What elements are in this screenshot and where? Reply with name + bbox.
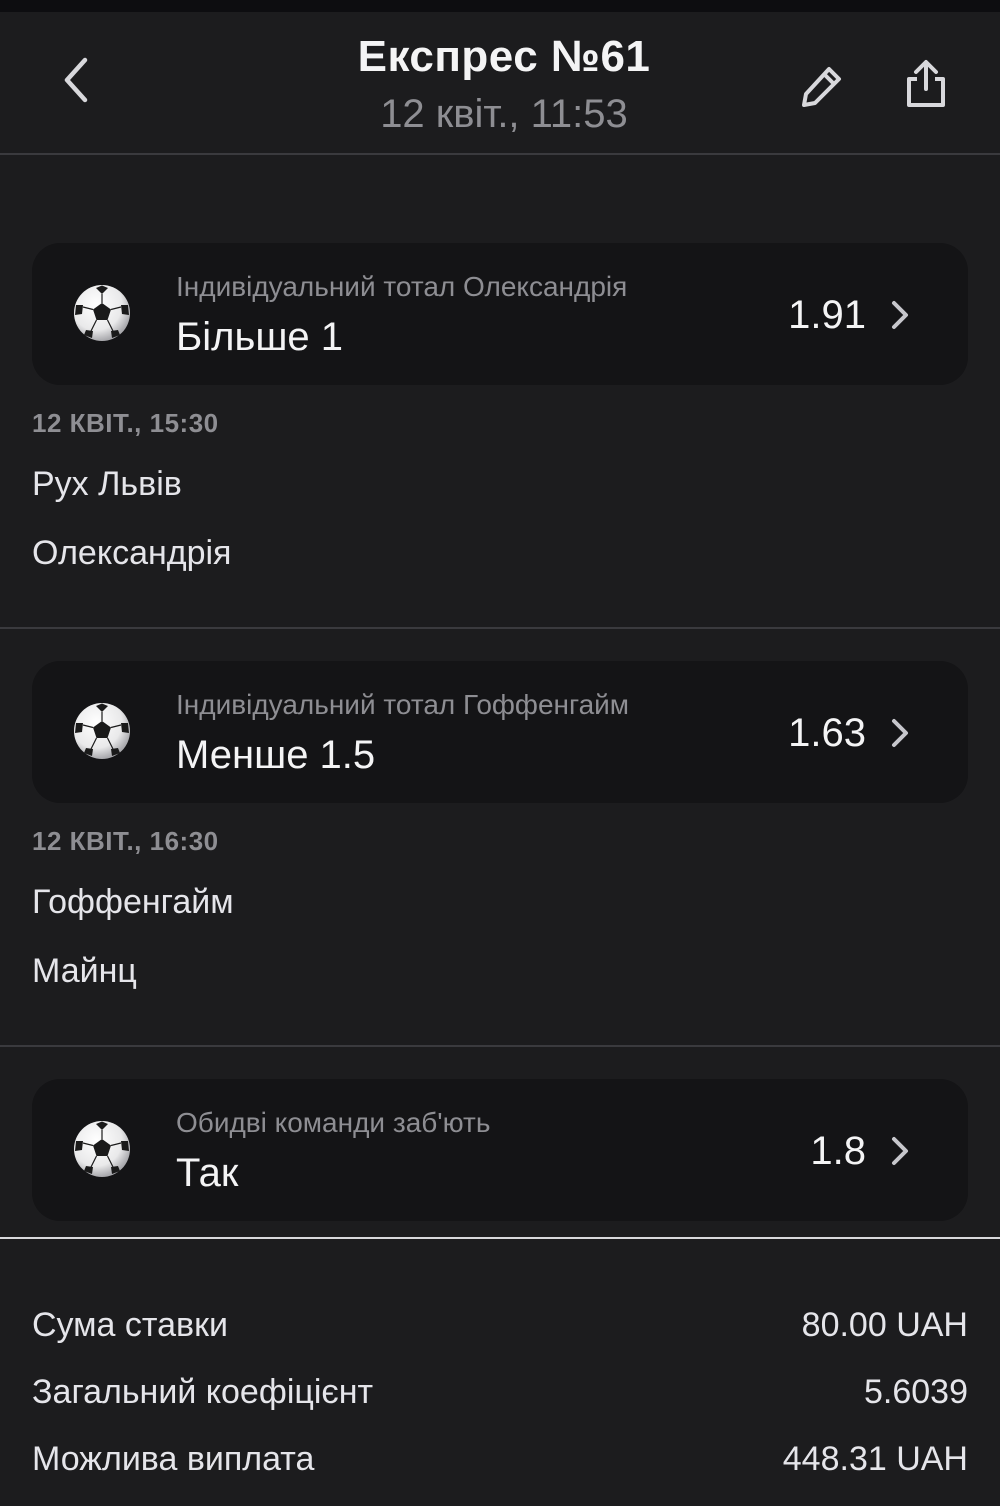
header: Експрес №61 12 квіт., 11:53: [0, 12, 1000, 155]
home-team: Гоффенгайм: [32, 883, 234, 921]
soccer-ball-icon: [72, 283, 132, 343]
bet-market: Індивідуальний тотал Гоффенгайм: [176, 689, 630, 720]
total-odds-value: 5.6039: [864, 1373, 968, 1411]
payout-value: 448.31 UAH: [782, 1440, 968, 1478]
share-button[interactable]: [896, 52, 956, 116]
share-icon: [907, 60, 945, 107]
payout-label: Можлива виплата: [32, 1440, 315, 1478]
bet-odds: 1.63: [788, 711, 866, 755]
stake-value: 80.00 UAH: [801, 1306, 968, 1344]
bet-card[interactable]: Індивідуальний тотал Олександрія Більше …: [32, 243, 968, 385]
pencil-icon: [802, 67, 841, 107]
bet-card[interactable]: Індивідуальний тотал Гоффенгайм Менше 1.…: [32, 661, 968, 803]
bet-outcome: Так: [176, 1151, 239, 1195]
bet-odds: 1.91: [788, 293, 866, 337]
divider: [0, 627, 1000, 629]
chevron-right-icon: [892, 301, 908, 329]
total-odds-label: Загальний коефіцієнт: [32, 1373, 374, 1411]
bet-outcome: Більше 1: [176, 315, 344, 359]
payout-row: Можлива виплата 448.31 UAH: [32, 1440, 968, 1490]
stake-row: Сума ставки 80.00 UAH: [32, 1306, 968, 1356]
bet-market: Індивідуальний тотал Олександрія: [176, 271, 628, 302]
edit-button[interactable]: [792, 56, 852, 116]
stake-label: Сума ставки: [32, 1306, 228, 1344]
soccer-ball-icon: [72, 701, 132, 761]
summary-divider: [0, 1237, 1000, 1239]
match-date: 12 КВІТ., 15:30: [32, 408, 219, 438]
match-date: 12 КВІТ., 16:30: [32, 826, 219, 856]
away-team: Майнц: [32, 952, 137, 990]
bet-odds: 1.8: [810, 1129, 866, 1173]
chevron-right-icon: [892, 1137, 908, 1165]
total-odds-row: Загальний коефіцієнт 5.6039: [32, 1373, 968, 1423]
bet-market: Обидві команди заб'ють: [176, 1107, 491, 1138]
divider: [0, 1045, 1000, 1047]
status-strip: [0, 0, 1000, 12]
home-team: Рух Львів: [32, 465, 182, 503]
bet-card[interactable]: Обидві команди заб'ють Так 1.8: [32, 1079, 968, 1221]
chevron-right-icon: [892, 719, 908, 747]
soccer-ball-icon: [72, 1119, 132, 1179]
bet-outcome: Менше 1.5: [176, 733, 376, 777]
away-team: Олександрія: [32, 534, 232, 572]
bet-details-screen: Експрес №61 12 квіт., 11:53 Індивідуальн…: [0, 0, 1000, 1506]
